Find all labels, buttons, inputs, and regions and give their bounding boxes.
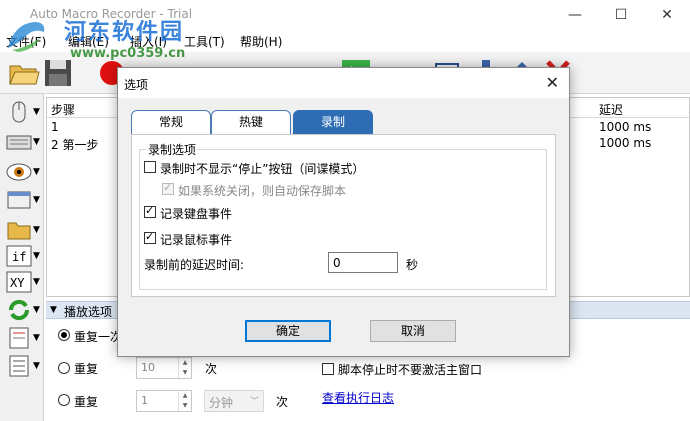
repeat-n-radio[interactable] — [58, 362, 70, 374]
collapse-icon[interactable]: ▼ — [50, 305, 57, 315]
watermark-logo-icon — [8, 22, 45, 52]
chevron-down-icon[interactable]: ▼ — [33, 137, 40, 147]
no-activate-label: 脚本停止时不要激活主窗口 — [338, 363, 483, 377]
tab-record[interactable]: 录制 — [293, 110, 373, 134]
no-activate-checkbox[interactable] — [322, 363, 334, 375]
record-mouse-checkbox[interactable] — [144, 230, 156, 244]
delay-unit: 秒 — [406, 258, 419, 272]
hide-stop-label: 录制时不显示“停止”按钮（间谍模式） — [160, 162, 365, 176]
repeat-time-unit: 次 — [276, 395, 289, 409]
delay-label: 录制前的延迟时间: — [144, 258, 245, 272]
tab-hotkeys[interactable]: 热键 — [211, 110, 291, 134]
watermark-url: www.pc0359.cn — [70, 46, 186, 61]
xy-icon[interactable]: XY — [6, 270, 32, 294]
mouse-icon[interactable] — [6, 100, 32, 124]
repeat-once-label: 重复一次 — [74, 330, 123, 344]
repeat-time-value: 1 — [141, 394, 148, 407]
repeat-count-stepper[interactable]: 10 ▲ ▼ — [136, 357, 192, 379]
repeat-n-unit: 次 — [205, 362, 218, 376]
dialog-title-bar: 选项 ✕ — [118, 68, 569, 98]
repeat-n-label: 重复 — [74, 362, 99, 376]
repeat-time-radio[interactable] — [58, 394, 70, 406]
record-keyboard-label: 记录键盘事件 — [160, 207, 233, 221]
svg-text:if: if — [12, 250, 26, 264]
watermark-text: 河东软件园 — [64, 20, 185, 45]
close-icon[interactable]: ✕ — [546, 73, 559, 92]
list-icon[interactable] — [6, 354, 32, 378]
spin-arrows-icon[interactable]: ▲ ▼ — [178, 391, 191, 411]
record-tab-panel: 录制选项 录制时不显示“停止”按钮（间谍模式） 如果系统关闭，则自动保存脚本 记… — [131, 134, 556, 297]
cancel-button[interactable]: 取消 — [370, 320, 456, 342]
repeat-time-unit-select[interactable]: 分钟 ﹀ — [204, 390, 264, 412]
tab-general[interactable]: 常规 — [131, 110, 211, 134]
dialog-title: 选项 — [124, 78, 149, 92]
keyboard-icon[interactable] — [6, 130, 32, 154]
chevron-down-icon[interactable]: ▼ — [33, 277, 40, 287]
hide-stop-checkbox[interactable] — [144, 161, 156, 173]
maximize-button[interactable]: ☐ — [598, 0, 644, 30]
chevron-down-icon[interactable]: ▼ — [33, 361, 40, 371]
record-keyboard-checkbox[interactable] — [144, 204, 156, 218]
chevron-down-icon[interactable]: ▼ — [33, 251, 40, 261]
if-icon[interactable]: if — [6, 244, 32, 268]
chevron-down-icon[interactable]: ▼ — [33, 195, 40, 205]
column-header-step[interactable]: 步骤 — [51, 101, 75, 118]
folder-icon[interactable] — [6, 218, 32, 242]
close-button[interactable]: ✕ — [644, 0, 690, 30]
group-label: 录制选项 — [146, 141, 199, 158]
options-dialog: 选项 ✕ 常规 热键 录制 录制选项 录制时不显示“停止”按钮（间谍模式） 如果… — [117, 67, 570, 357]
record-mouse-label: 记录鼠标事件 — [160, 233, 233, 247]
minimize-button[interactable]: — — [552, 0, 598, 30]
repeat-count-value: 10 — [141, 361, 155, 374]
column-header-delay[interactable]: 延迟 — [599, 101, 623, 118]
refresh-icon[interactable] — [6, 298, 32, 322]
chevron-down-icon[interactable]: ▼ — [33, 333, 40, 343]
chevron-down-icon: ﹀ — [249, 397, 259, 407]
step-cell: 2 第一步 — [51, 138, 99, 152]
eye-icon[interactable] — [6, 160, 32, 184]
delay-cell: 1000 ms — [599, 120, 652, 134]
repeat-once-radio[interactable] — [58, 329, 70, 341]
playback-options-title: 播放选项 — [64, 305, 113, 319]
watermark: 河东软件园 www.pc0359.cn — [4, 14, 224, 64]
step-cell: 1 — [51, 120, 59, 134]
script-icon[interactable] — [6, 326, 32, 350]
chevron-down-icon[interactable]: ▼ — [33, 167, 40, 177]
autosave-checkbox — [162, 181, 174, 195]
chevron-down-icon[interactable]: ▼ — [33, 107, 40, 117]
ok-button[interactable]: 确定 — [245, 320, 331, 342]
chevron-down-icon[interactable]: ▼ — [33, 225, 40, 235]
record-options-group: 录制选项 录制时不显示“停止”按钮（间谍模式） 如果系统关闭，则自动保存脚本 记… — [139, 141, 547, 290]
window-icon[interactable] — [6, 188, 32, 212]
repeat-time-unit-value: 分钟 — [209, 396, 234, 410]
autosave-label: 如果系统关闭，则自动保存脚本 — [178, 184, 347, 198]
repeat-time-stepper[interactable]: 1 ▲ ▼ — [136, 390, 192, 412]
view-log-link[interactable]: 查看执行日志 — [322, 389, 394, 406]
spin-arrows-icon[interactable]: ▲ ▼ — [178, 358, 191, 378]
delay-cell: 1000 ms — [599, 136, 652, 150]
svg-text:XY: XY — [10, 276, 25, 290]
repeat-time-label: 重复 — [74, 395, 99, 409]
chevron-down-icon[interactable]: ▼ — [33, 305, 40, 315]
insert-toolbar: ▼ ▼ ▼ ▼ ▼ if ▼ XY ▼ ▼ ▼ ▼ — [0, 94, 44, 421]
menu-help[interactable]: 帮助(H) — [240, 33, 282, 50]
delay-input[interactable]: 0 — [328, 252, 398, 273]
